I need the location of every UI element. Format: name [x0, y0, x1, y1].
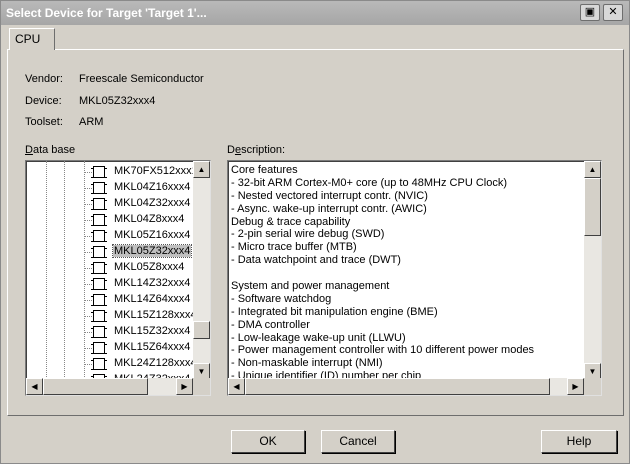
device-tree-item-label: MKL15Z64xxx4	[114, 341, 191, 353]
scroll-thumb[interactable]	[584, 178, 601, 236]
scroll-right-button[interactable]: ▶	[176, 378, 193, 395]
device-tree-item-label: MKL15Z32xxx4	[114, 325, 191, 337]
description-line: - Nested vectored interrupt contr. (NVIC…	[231, 189, 428, 202]
device-tree-item-label: MKL24Z128xxx4	[114, 357, 194, 369]
description-line: Core features	[231, 164, 298, 176]
device-tree-item[interactable]: MKL14Z64xxx4	[26, 292, 194, 308]
device-tree-item-label: MKL05Z16xxx4	[114, 229, 191, 241]
device-tree-item[interactable]: MKL04Z16xxx4	[26, 180, 194, 196]
chip-icon	[91, 326, 107, 338]
device-tree-item-label: MKL04Z32xxx4	[114, 197, 191, 209]
chip-icon	[91, 246, 107, 258]
device-tree-item[interactable]: MKL05Z16xxx4	[26, 228, 194, 244]
title-bar[interactable]: Select Device for Target 'Target 1'... ▣…	[1, 1, 629, 25]
scroll-thumb[interactable]	[245, 378, 550, 395]
scroll-corner	[193, 378, 210, 395]
scroll-left-button[interactable]: ◀	[26, 378, 43, 395]
device-tree-item[interactable]: MK70FX512xxx15	[26, 164, 194, 180]
description-line: - Low-leakage wake-up unit (LLWU)	[231, 331, 406, 344]
chip-icon	[91, 294, 107, 306]
chip-icon	[91, 278, 107, 290]
description-line: System and power management	[231, 280, 390, 293]
device-tree-item[interactable]: MKL15Z64xxx4	[26, 340, 194, 356]
description-line: - Data watchpoint and trace (DWT)	[231, 254, 401, 267]
device-tree[interactable]: MK70FX512xxx15 MKL04Z16xxx4 MKL04Z32xxx4 MK…	[25, 160, 211, 396]
description-line: - 32-bit ARM Cortex-M0+ core (up to 48MH…	[231, 176, 507, 189]
device-tree-item-label: MKL15Z128xxx4	[114, 309, 194, 321]
description-line: - Software watchdog	[231, 292, 332, 305]
device-tree-item-label: MKL14Z32xxx4	[114, 277, 191, 289]
description-line: - Non-maskable interrupt (NMI)	[231, 357, 383, 370]
ok-button[interactable]: OK	[231, 430, 305, 453]
scroll-right-button[interactable]: ▶	[567, 378, 584, 395]
chip-icon	[91, 230, 107, 242]
scroll-left-button[interactable]: ◀	[228, 378, 245, 395]
device-tree-item[interactable]: MKL24Z128xxx4	[26, 356, 194, 372]
close-icon[interactable]: ✕	[603, 4, 623, 21]
description-line: - DMA controller	[231, 318, 310, 331]
device-tree-item[interactable]: MKL14Z32xxx4	[26, 276, 194, 292]
device-tree-item[interactable]: MKL04Z8xxx4	[26, 212, 194, 228]
scroll-corner	[584, 378, 601, 395]
chip-icon	[91, 198, 107, 210]
device-tree-item-label: MK70FX512xxx15	[114, 165, 194, 177]
help-button[interactable]: Help	[541, 430, 617, 453]
cancel-button[interactable]: Cancel	[321, 430, 395, 453]
description-line: - Integrated bit manipulation engine (BM…	[231, 305, 438, 318]
vendor-value: Freescale Semiconductor	[79, 73, 204, 85]
device-tree-item[interactable]: MKL05Z8xxx4	[26, 260, 194, 276]
restore-icon[interactable]: ▣	[580, 4, 600, 21]
toolset-value: ARM	[79, 116, 104, 128]
scroll-up-button[interactable]: ▲	[193, 161, 210, 178]
tree-vertical-scrollbar[interactable]: ▲ ▼	[193, 161, 210, 380]
tree-horizontal-scrollbar[interactable]: ◀ ▶	[26, 378, 193, 395]
device-label: Device:	[25, 95, 62, 107]
scroll-thumb[interactable]	[43, 378, 148, 395]
device-tree-item[interactable]: MKL15Z128xxx4	[26, 308, 194, 324]
description-line: - 2-pin serial wire debug (SWD)	[231, 228, 385, 241]
description-text: Core features - 32-bit ARM Cortex-M0+ cor…	[231, 164, 583, 378]
chip-icon	[91, 358, 107, 370]
window-title: Select Device for Target 'Target 1'...	[6, 6, 207, 20]
description-line: - Power management controller with 10 di…	[231, 344, 535, 357]
device-value: MKL05Z32xxx4	[79, 95, 156, 107]
device-tree-item[interactable]: MKL05Z32xxx4	[26, 244, 194, 260]
chip-icon	[91, 214, 107, 226]
description-line: - Micro trace buffer (MTB)	[231, 241, 357, 254]
description-vertical-scrollbar[interactable]: ▲ ▼	[584, 161, 601, 380]
chip-icon	[91, 182, 107, 194]
scroll-up-button[interactable]: ▲	[584, 161, 601, 178]
chip-icon	[91, 310, 107, 322]
description-label: Description:	[227, 144, 286, 156]
device-tree-item-label: MKL05Z32xxx4	[111, 244, 193, 258]
description-horizontal-scrollbar[interactable]: ◀ ▶	[228, 378, 584, 395]
device-tree-item[interactable]: MKL15Z32xxx4	[26, 324, 194, 340]
select-device-dialog: Select Device for Target 'Target 1'... ▣…	[0, 0, 630, 464]
description-line	[231, 267, 583, 280]
database-label: Data base	[25, 144, 76, 156]
device-tree-item-label: MKL04Z8xxx4	[114, 213, 185, 225]
description-box[interactable]: Core features - 32-bit ARM Cortex-M0+ cor…	[227, 160, 602, 396]
description-line: Debug & trace capability	[231, 215, 351, 228]
description-line: - Async. wake-up interrupt contr. (AWIC)	[231, 202, 427, 215]
device-tree-item-label: MKL05Z8xxx4	[114, 261, 185, 273]
chip-icon	[91, 342, 107, 354]
chip-icon	[91, 262, 107, 274]
tab-cpu[interactable]: CPU	[9, 28, 55, 50]
device-tree-items: MK70FX512xxx15 MKL04Z16xxx4 MKL04Z32xxx4 MK…	[26, 161, 194, 379]
vendor-label: Vendor:	[25, 73, 63, 85]
device-tree-item-label: MKL14Z64xxx4	[114, 293, 191, 305]
device-tree-item-label: MKL04Z16xxx4	[114, 181, 191, 193]
toolset-label: Toolset:	[25, 116, 63, 128]
chip-icon	[91, 166, 107, 178]
device-tree-item[interactable]: MKL04Z32xxx4	[26, 196, 194, 212]
description-line: - Unique identifier (ID) number per chip	[231, 370, 422, 378]
scroll-thumb[interactable]	[193, 321, 210, 339]
